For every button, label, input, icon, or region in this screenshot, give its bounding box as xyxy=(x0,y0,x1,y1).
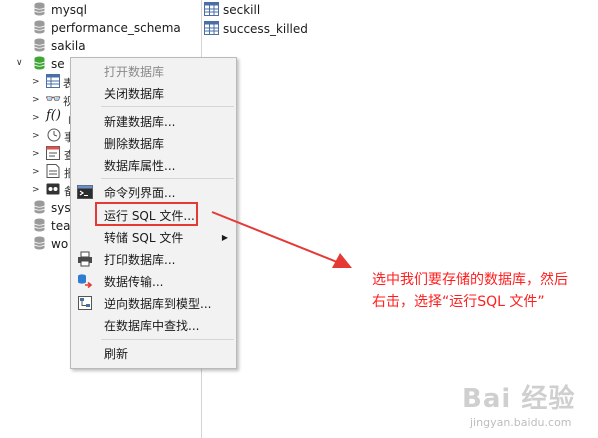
annotation-arrow xyxy=(211,211,352,268)
watermark-logo: Bai 经验 xyxy=(462,384,576,414)
watermark-url: jingyan.baidu.com xyxy=(470,416,572,429)
annotation-line-1: 选中我们要存储的数据库，然后 xyxy=(372,272,568,288)
annotation-text: 选中我们要存储的数据库，然后 右击，选择“运行SQL 文件” xyxy=(372,269,598,313)
annotation-line-2: 右击，选择“运行SQL 文件” xyxy=(372,294,545,310)
baidu-watermark: Bai 经验 jingyan.baidu.com xyxy=(462,378,576,429)
